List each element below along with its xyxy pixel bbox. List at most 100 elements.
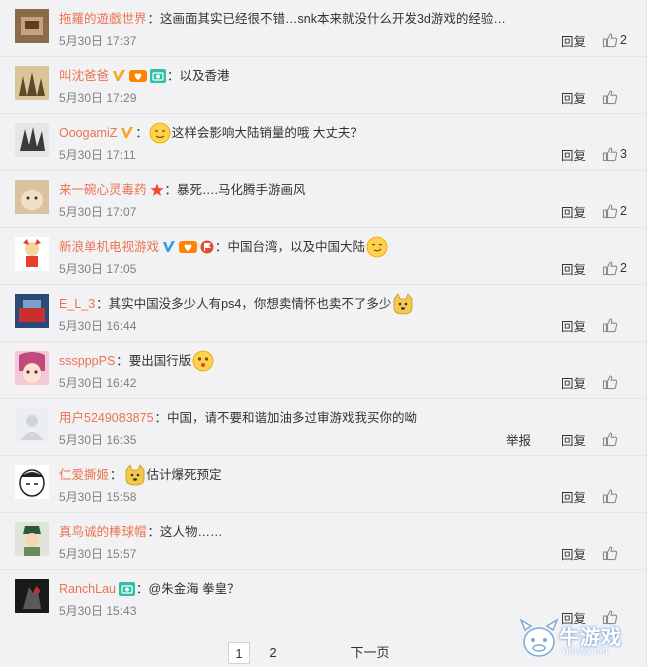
avatar[interactable] (15, 66, 49, 100)
report-button[interactable]: 举报 (506, 430, 531, 449)
like-button[interactable] (602, 374, 630, 390)
avatar[interactable] (15, 9, 49, 43)
like-button[interactable] (602, 317, 630, 333)
smirk-emoji (366, 236, 388, 258)
like-count: 2 (620, 261, 627, 275)
username-link[interactable]: 叫沈爸爸 (59, 67, 109, 85)
colon: ： (110, 468, 123, 482)
username-link[interactable]: 来一碗心灵毒药 (59, 181, 147, 199)
comment-text: 暴死….马化腾手游画风 (177, 183, 306, 197)
like-button[interactable] (602, 545, 630, 561)
comment-text: 这人物…… (160, 525, 223, 539)
thumbs-up-icon (602, 432, 618, 447)
comment-time: 5月30日 15:57 (59, 547, 137, 561)
site-watermark: 牛游戏 newyx.net (519, 616, 649, 666)
username-link[interactable]: RanchLau (59, 580, 116, 598)
like-button[interactable]: 2 (602, 32, 630, 48)
comment-item: 叫沈爸爸 ： 以及香港 5月30日 17:29 回复 (0, 57, 647, 114)
doge-emoji (392, 293, 414, 315)
like-button[interactable]: 2 (602, 203, 630, 219)
like-button[interactable] (602, 431, 630, 447)
avatar[interactable] (15, 351, 49, 385)
comment-time: 5月30日 15:58 (59, 490, 137, 504)
comment-text: @朱金海 拳皇？ (148, 582, 240, 596)
username-link[interactable]: 真鸟诚的棒球帽 (59, 523, 147, 541)
avatar[interactable] (15, 237, 49, 271)
comment-time: 5月30日 16:44 (59, 319, 137, 333)
reply-button[interactable]: 回复 (561, 88, 586, 107)
comment-time: 5月30日 17:07 (59, 205, 137, 219)
colon: ： (147, 12, 161, 26)
reply-button[interactable]: 回复 (561, 316, 586, 335)
avatar[interactable] (15, 123, 49, 157)
avatar[interactable] (15, 465, 49, 499)
username-link[interactable]: OoogamiZ (59, 124, 117, 142)
colon: ： (164, 183, 178, 197)
like-count: 3 (620, 147, 627, 161)
colon: ： (136, 582, 149, 596)
like-button[interactable]: 3 (602, 146, 630, 162)
comment-time: 5月30日 17:05 (59, 262, 137, 276)
avatar[interactable] (15, 180, 49, 214)
username-link[interactable]: 拖羅的遊戲世界 (59, 10, 147, 28)
reply-button[interactable]: 回复 (561, 373, 586, 392)
bull-logo-icon (519, 618, 559, 657)
comment-text: 其实中国没多少人有ps4，你想卖情怀也卖不了多少 (108, 297, 392, 311)
page-1-button[interactable]: 1 (228, 642, 250, 664)
comment-item: 仁爱撕姬 ： 估计爆死预定 5月30日 15:58 回复 (0, 456, 647, 513)
reply-button[interactable]: 回复 (561, 202, 586, 221)
reply-button[interactable]: 回复 (561, 544, 586, 563)
thumbs-up-icon (602, 489, 618, 504)
reply-button[interactable]: 回复 (561, 31, 586, 50)
verified-blue-icon (162, 240, 176, 254)
thumbs-up-icon (602, 90, 618, 105)
verified-yellow-icon (112, 69, 126, 83)
avatar[interactable] (15, 294, 49, 328)
colon: ： (147, 525, 161, 539)
reply-button[interactable]: 回复 (561, 259, 586, 278)
avatar[interactable] (15, 522, 49, 556)
next-page-button[interactable]: 下一页 (342, 642, 398, 664)
colon: ： (116, 354, 129, 368)
avatar[interactable] (15, 408, 49, 442)
reply-button[interactable]: 回复 (561, 430, 586, 449)
page-2-button[interactable]: 2 (263, 642, 283, 664)
comment-time: 5月30日 16:35 (59, 433, 137, 447)
thumbs-up-icon (602, 318, 618, 333)
username-link[interactable]: 新浪单机电视游戏 (59, 238, 159, 256)
colon: ： (135, 126, 148, 140)
avatar[interactable] (15, 579, 49, 613)
like-button[interactable] (602, 488, 630, 504)
reply-button[interactable]: 回复 (561, 487, 586, 506)
comment-text: 要出国行版 (128, 354, 192, 368)
comment-item: OoogamiZ ： 这样会影响大陆销量的哦 大丈夫？ 5月30日 17:11 … (0, 114, 647, 171)
like-button[interactable] (602, 89, 630, 105)
camera-icon (119, 582, 135, 596)
like-button[interactable]: 2 (602, 260, 630, 276)
sweat-smile-emoji (149, 122, 171, 144)
comment-time: 5月30日 17:37 (59, 34, 137, 48)
username-link[interactable]: 仁爱撕姬 (59, 466, 109, 484)
comment-item: 用户5249083875 ： 中国，请不要和谐加油多过审游戏我买你的呦 5月30… (0, 399, 647, 456)
comment-time: 5月30日 15:43 (59, 604, 137, 618)
thumbs-up-icon (602, 375, 618, 390)
kiss-emoji (192, 350, 214, 372)
watermark-url: newyx.net (563, 646, 609, 657)
thumbs-up-icon (602, 204, 618, 219)
reply-button[interactable]: 回复 (561, 145, 586, 164)
colon: ： (96, 297, 109, 311)
comment-text: 中国，请不要和谐加油多过审游戏我买你的呦 (167, 411, 418, 425)
fans-heart-icon (129, 69, 148, 83)
comment-item: 真鸟诚的棒球帽 ： 这人物…… 5月30日 15:57 回复 (0, 513, 647, 570)
colon: ： (215, 240, 228, 254)
colon: ： (167, 69, 180, 83)
thumbs-up-icon (602, 261, 618, 276)
comment-list-panel: 拖羅的遊戲世界 ： 这画面其实已经很不错…snk本来就没什么开发3d游戏的经验…… (0, 0, 647, 667)
thumbs-up-icon (602, 33, 618, 48)
comment-time: 5月30日 17:29 (59, 91, 137, 105)
username-link[interactable]: ssspppPS (59, 352, 115, 370)
comment-text: 这样会影响大陆销量的哦 大丈夫？ (171, 126, 363, 140)
username-link[interactable]: E_L_3 (59, 295, 95, 313)
username-link[interactable]: 用户5249083875 (59, 409, 154, 427)
red-star-icon (150, 183, 164, 197)
